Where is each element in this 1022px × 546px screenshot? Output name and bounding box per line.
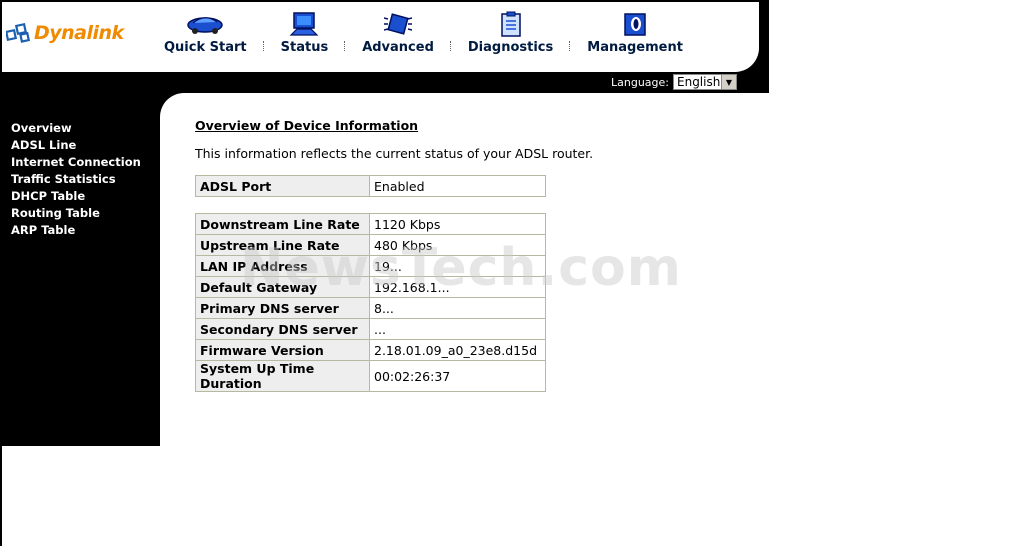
content-corner xyxy=(160,93,190,123)
table-key: Default Gateway xyxy=(196,277,369,297)
table-row: Default Gateway 192.168.1... xyxy=(196,277,545,297)
sidebar-item-adsl-line[interactable]: ADSL Line xyxy=(11,137,141,154)
table-value: 00:02:26:37 xyxy=(370,361,545,391)
table-row: Secondary DNS server ... xyxy=(196,319,545,339)
table-key: ADSL Port xyxy=(196,176,369,196)
dynalink-logo-icon xyxy=(4,22,32,44)
table-key: LAN IP Address xyxy=(196,256,369,276)
nav-separator xyxy=(449,41,452,51)
table-key: Secondary DNS server xyxy=(196,319,369,339)
language-dropdown[interactable]: English ▼ xyxy=(673,74,737,90)
language-label: Language: xyxy=(611,75,669,89)
nav-diagnostics[interactable]: Diagnostics xyxy=(464,10,557,55)
table-value: 2.18.01.09_a0_23e8.d15d xyxy=(370,340,545,360)
chip-icon xyxy=(384,10,413,38)
nav-label: Management xyxy=(587,40,683,55)
table-value: 8... xyxy=(370,298,545,318)
car-icon xyxy=(185,10,225,38)
table-row: Upstream Line Rate 480 Kbps xyxy=(196,235,545,255)
sidebar-item-dhcp-table[interactable]: DHCP Table xyxy=(11,188,141,205)
language-selected: English xyxy=(677,75,721,89)
nav-label: Diagnostics xyxy=(467,40,554,55)
table-key: Upstream Line Rate xyxy=(196,235,369,255)
sidebar-item-overview[interactable]: Overview xyxy=(11,120,141,137)
nav-management[interactable]: Management xyxy=(583,10,687,55)
nav-label: Advanced xyxy=(362,40,434,55)
table-value: 192.168.1... xyxy=(370,277,545,297)
table-value: Enabled xyxy=(370,176,545,196)
table-row: ADSL Port Enabled xyxy=(196,176,545,196)
table-row: Primary DNS server 8... xyxy=(196,298,545,318)
table-key: System Up Time Duration xyxy=(196,361,369,391)
sidebar-item-internet-connection[interactable]: Internet Connection xyxy=(11,154,141,171)
table-row: LAN IP Address 19... xyxy=(196,256,545,276)
header-panel: Dynalink Quick Start Status Advanced Dia… xyxy=(2,2,759,72)
nav-label: Quick Start xyxy=(164,40,247,55)
chevron-down-icon[interactable]: ▼ xyxy=(721,75,736,89)
table-key: Firmware Version xyxy=(196,340,369,360)
table-row: Firmware Version 2.18.01.09_a0_23e8.d15d xyxy=(196,340,545,360)
table-value: 1120 Kbps xyxy=(370,214,545,234)
table-value: ... xyxy=(370,319,545,339)
adsl-port-table: ADSL Port Enabled xyxy=(195,175,546,197)
sidebar: Overview ADSL Line Internet Connection T… xyxy=(2,93,160,446)
header: Dynalink Quick Start Status Advanced Dia… xyxy=(2,2,769,93)
sidebar-item-traffic-statistics[interactable]: Traffic Statistics xyxy=(11,171,141,188)
table-row: Downstream Line Rate 1120 Kbps xyxy=(196,214,545,234)
sidebar-item-arp-table[interactable]: ARP Table xyxy=(11,222,141,239)
nav-quick-start[interactable]: Quick Start xyxy=(160,10,251,55)
clipboard-icon xyxy=(499,10,523,38)
brand-logo[interactable]: Dynalink xyxy=(4,22,124,44)
nav-separator xyxy=(344,41,346,51)
table-row: System Up Time Duration 00:02:26:37 xyxy=(196,361,545,391)
main-content: Overview of Device Information This info… xyxy=(195,118,593,161)
table-value: 480 Kbps xyxy=(370,235,545,255)
sidebar-menu: Overview ADSL Line Internet Connection T… xyxy=(11,120,141,239)
nav-advanced[interactable]: Advanced xyxy=(358,10,438,55)
nav-separator xyxy=(262,41,265,51)
device-info-table: Downstream Line Rate 1120 Kbps Upstream … xyxy=(195,213,546,392)
page-description: This information reflects the current st… xyxy=(195,146,594,161)
top-nav: Quick Start Status Advanced Diagnostics … xyxy=(160,10,687,55)
table-key: Primary DNS server xyxy=(196,298,369,318)
sidebar-item-routing-table[interactable]: Routing Table xyxy=(11,205,141,222)
brand-name: Dynalink xyxy=(34,22,124,44)
page-title: Overview of Device Information xyxy=(195,118,419,133)
nav-label: Status xyxy=(280,40,329,55)
nav-status[interactable]: Status xyxy=(277,10,333,55)
nav-separator xyxy=(569,41,571,51)
monitor-icon xyxy=(289,10,319,38)
table-value: 19... xyxy=(370,256,545,276)
folder-icon xyxy=(622,10,648,38)
language-selector: Language: English ▼ xyxy=(611,74,737,90)
table-key: Downstream Line Rate xyxy=(196,214,369,234)
